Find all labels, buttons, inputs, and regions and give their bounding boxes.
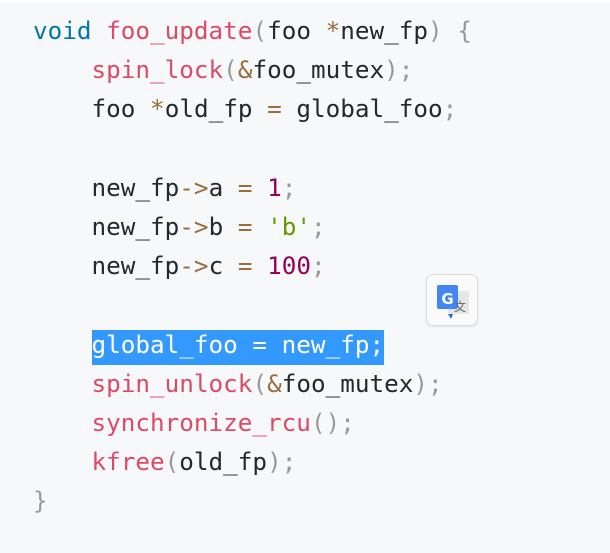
code-line-4-blank (33, 129, 472, 168)
call-kfree: kfree (91, 447, 165, 477)
code-line-9: global_foo = new_fp; (33, 325, 472, 365)
function-name: foo_update (106, 16, 253, 45)
open-brace: { (457, 16, 472, 45)
code-text[interactable]: void foo_update(foo *new_fp) { spin_lock… (33, 11, 472, 520)
pointer-star: * (325, 16, 341, 45)
code-line-5: new_fp->a = 1; (91, 172, 297, 202)
code-line-6: new_fp->b = 'b'; (91, 211, 326, 241)
call-spin-unlock: spin_unlock (91, 368, 253, 398)
selected-text[interactable]: global_foo = new_fp; (91, 329, 385, 365)
call-synchronize-rcu: synchronize_rcu (91, 407, 311, 437)
code-line-8-blank (33, 285, 472, 324)
number-1: 1 (267, 172, 282, 202)
code-line-2: spin_lock(&foo_mutex); (91, 55, 414, 85)
code-line-3: foo *old_fp = global_foo; (91, 94, 458, 124)
translate-button[interactable]: G 文 (426, 274, 478, 326)
char-literal-b: 'b' (267, 211, 312, 241)
code-line-11: synchronize_rcu(); (91, 407, 355, 437)
code-line-7: new_fp->c = 100; (91, 251, 326, 281)
code-line-13: } (33, 481, 472, 520)
code-block: void foo_update(foo *new_fp) { spin_lock… (0, 0, 610, 553)
close-brace: } (33, 486, 48, 516)
var-foo-mutex: foo_mutex (252, 55, 385, 85)
code-line-10: spin_unlock(&foo_mutex); (91, 368, 443, 398)
code-line-1: void foo_update(foo *new_fp) { (33, 11, 472, 50)
call-spin-lock: spin_lock (91, 55, 224, 85)
var-old-fp: old_fp (164, 94, 253, 124)
svg-text:G: G (441, 290, 453, 308)
keyword-void: void (33, 16, 92, 45)
var-global-foo: global_foo (296, 94, 443, 124)
close-paren: ) (428, 16, 443, 45)
number-100: 100 (267, 251, 312, 281)
code-line-12: kfree(old_fp); (91, 447, 297, 477)
google-translate-icon: G 文 (437, 285, 469, 319)
open-paren: ( (252, 16, 268, 45)
param-name: new_fp (340, 16, 429, 45)
svg-text:文: 文 (454, 299, 466, 314)
type-name: foo (267, 16, 311, 45)
